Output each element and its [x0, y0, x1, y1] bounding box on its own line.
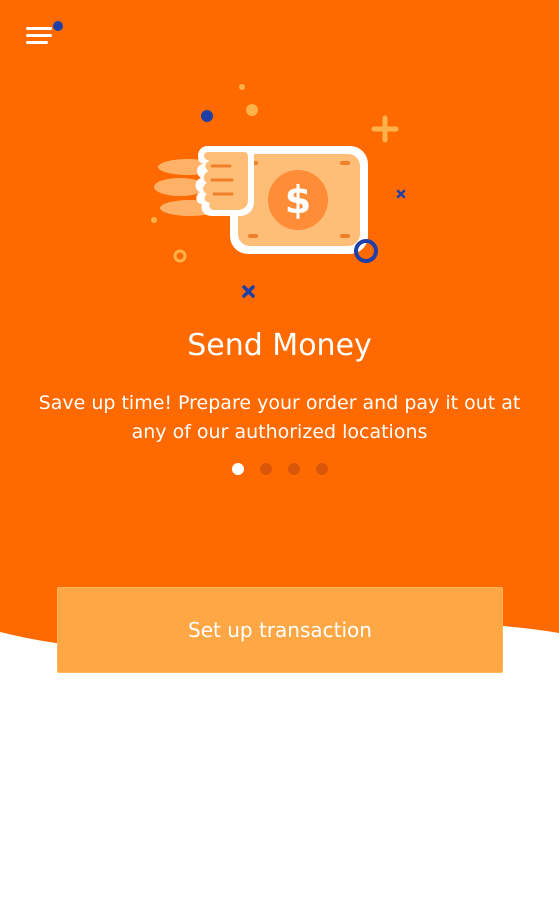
bill-corner-bl [248, 234, 258, 238]
bill-corner-tr [340, 161, 350, 165]
onboarding-screen: $ Send Money Save up time! Prepare your … [0, 0, 559, 900]
decor-dot-yellow [246, 104, 258, 116]
onboarding-title: Send Money [187, 328, 372, 363]
decor-plus [371, 115, 399, 143]
page-dot-2[interactable] [259, 463, 272, 475]
page-dot-3[interactable] [287, 463, 300, 475]
decor-dot-tiny [151, 217, 157, 223]
menu-line-top [26, 27, 52, 30]
onboarding-description: Save up time! Prepare your order and pay… [38, 392, 521, 443]
menu-line-middle [26, 34, 52, 37]
decor-ring-yellow [173, 249, 187, 263]
dollar-sign-icon: $ [285, 178, 311, 222]
menu-button[interactable] [22, 18, 66, 54]
decor-dot-navy [201, 110, 213, 122]
page-dot-4[interactable] [315, 463, 328, 475]
page-dot-1[interactable] [231, 463, 244, 475]
decor-cross-small [396, 189, 406, 199]
money-bill-hand-icon: $ [151, 84, 406, 298]
set-up-transaction-button[interactable]: Set up transaction [57, 587, 503, 673]
notification-dot [53, 21, 63, 31]
bill-corner-br [340, 234, 350, 238]
decor-cross [242, 285, 255, 298]
page-indicator [0, 463, 559, 477]
menu-line-bottom [26, 41, 48, 44]
decor-dot-small [239, 84, 245, 90]
